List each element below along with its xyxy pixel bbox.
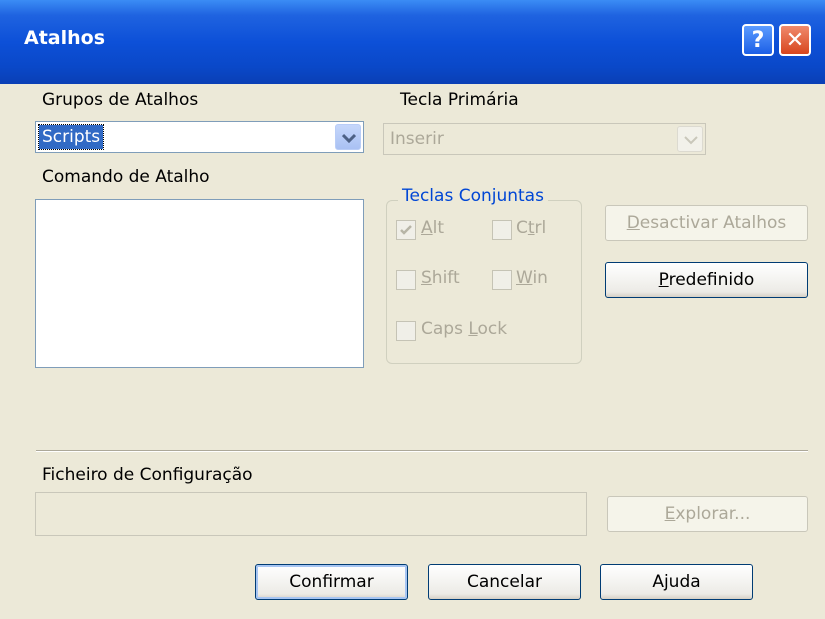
ctrl-label: Ctrl	[516, 218, 547, 238]
close-icon: ✕	[785, 28, 805, 53]
command-list[interactable]	[35, 199, 364, 368]
confirm-button[interactable]: Confirmar	[255, 564, 408, 600]
modifier-keys-title: Teclas Conjuntas	[398, 186, 548, 206]
window-title: Atalhos	[24, 27, 106, 49]
config-file-input[interactable]	[35, 492, 587, 536]
primary-key-dropdown[interactable]: Inserir	[383, 123, 706, 155]
groups-dropdown[interactable]: Scripts	[35, 121, 364, 153]
shortcuts-dialog: Atalhos ? ✕ Grupos de Atalhos Scripts Te…	[0, 0, 825, 619]
cancel-button[interactable]: Cancelar	[428, 564, 581, 600]
groups-selected-value: Scripts	[37, 124, 105, 150]
alt-label: Alt	[421, 218, 445, 238]
chevron-down-icon	[684, 136, 698, 145]
help-title-button[interactable]: ?	[742, 24, 774, 56]
disable-shortcuts-button[interactable]: Desactivar Atalhos	[605, 205, 808, 241]
separator-highlight	[36, 451, 808, 452]
check-icon	[400, 225, 412, 235]
alt-checkbox[interactable]	[396, 220, 416, 240]
win-checkbox[interactable]	[492, 270, 512, 290]
title-bar[interactable]: Atalhos ? ✕	[0, 0, 825, 84]
primary-key-dropdown-arrow[interactable]	[677, 126, 703, 152]
explore-button[interactable]: Explorar...	[607, 496, 808, 532]
default-button[interactable]: Predefinido	[605, 262, 808, 298]
close-button[interactable]: ✕	[779, 24, 811, 56]
shift-label: Shift	[421, 268, 460, 288]
caps-lock-label: Caps Lock	[421, 319, 508, 339]
config-file-label: Ficheiro de Configuração	[42, 465, 253, 485]
help-button[interactable]: Ajuda	[600, 564, 753, 600]
groups-label: Grupos de Atalhos	[42, 90, 199, 110]
primary-key-label: Tecla Primária	[400, 90, 519, 110]
chevron-down-icon	[342, 133, 356, 143]
caps-lock-checkbox[interactable]	[396, 321, 416, 341]
groups-dropdown-arrow[interactable]	[335, 124, 361, 150]
question-icon: ?	[751, 28, 765, 53]
command-label: Comando de Atalho	[42, 167, 210, 187]
win-label: Win	[516, 268, 548, 288]
shift-checkbox[interactable]	[396, 270, 416, 290]
ctrl-checkbox[interactable]	[492, 220, 512, 240]
primary-key-value: Inserir	[390, 129, 444, 149]
